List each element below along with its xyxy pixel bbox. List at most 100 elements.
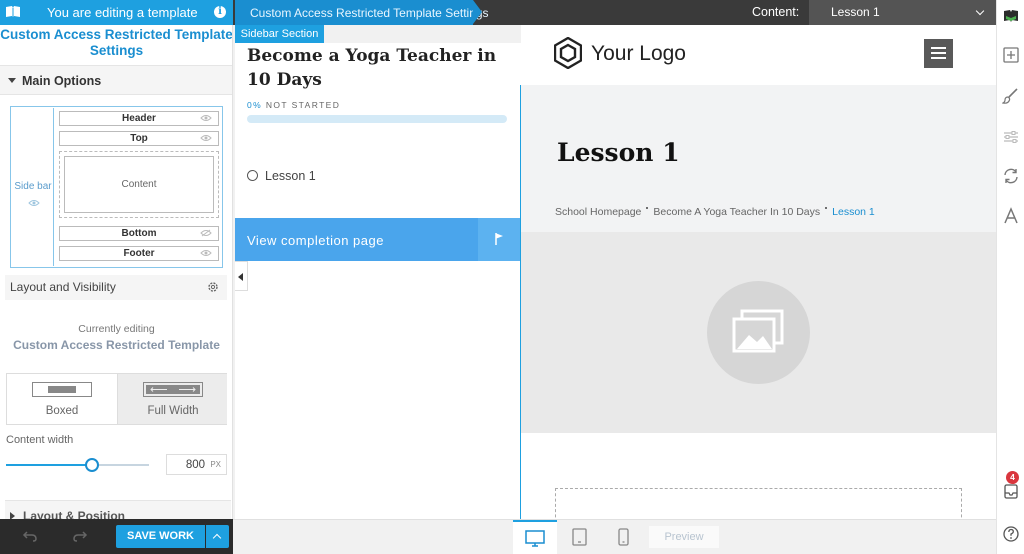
undo-icon[interactable]	[22, 528, 38, 544]
lesson-content-area	[521, 433, 996, 528]
width-mode-selector: Boxed Full Width	[6, 373, 227, 425]
template-settings-breadcrumb[interactable]: Custom Access Restricted Template Settin…	[235, 0, 489, 25]
save-toolbar: SAVE WORK	[0, 519, 233, 554]
layout-content-area[interactable]: Content	[64, 156, 214, 213]
layout-top-label: Top	[130, 133, 148, 144]
editing-template-label: You are editing a template	[47, 5, 198, 20]
layout-visibility-label: Layout and Visibility	[10, 280, 116, 294]
sidebar-section-tag[interactable]: Sidebar Section	[235, 25, 324, 43]
layout-bottom-label: Bottom	[121, 228, 157, 239]
layout-map: Side bar Header Top Content Bottom Foote…	[10, 106, 223, 268]
main-options-toggle[interactable]: Main Options	[0, 65, 232, 95]
brush-icon[interactable]	[1002, 87, 1020, 105]
view-completion-button[interactable]: View completion page	[235, 218, 521, 261]
collapse-sidebar-handle[interactable]	[235, 261, 248, 291]
top-bar: You are editing a template i Custom Acce…	[0, 0, 996, 25]
currently-editing-name: Custom Access Restricted Template	[13, 338, 220, 352]
hexagon-logo-icon	[554, 37, 582, 69]
full-width-option[interactable]: Full Width	[117, 374, 227, 424]
lesson-breadcrumb: School Homepage Become A Yoga Teacher In …	[555, 206, 875, 218]
image-placeholder-icon	[732, 309, 784, 353]
completion-flag-box	[478, 218, 521, 261]
add-element-icon[interactable]	[1002, 46, 1020, 64]
tablet-icon	[572, 528, 587, 546]
main-options-label: Main Options	[22, 74, 102, 88]
preview-button[interactable]: Preview	[649, 526, 719, 548]
layout-sidebar-label: Side bar	[14, 181, 52, 192]
right-tool-rail: 4	[996, 0, 1024, 554]
refresh-icon[interactable]	[1002, 167, 1020, 185]
tablet-view-button[interactable]	[557, 520, 601, 554]
save-work-button[interactable]: SAVE WORK	[116, 525, 205, 548]
content-width-slider-track[interactable]	[6, 464, 149, 466]
content-width-label: Content width	[6, 434, 74, 446]
full-width-layout-icon	[143, 382, 203, 397]
layout-sidebar-area[interactable]: Side bar	[12, 108, 54, 266]
content-select[interactable]: Lesson 1	[809, 0, 996, 25]
lesson-item-label: Lesson 1	[265, 169, 316, 183]
breadcrumb-label: Custom Access Restricted Template Settin…	[250, 6, 489, 20]
breadcrumb-home[interactable]: School Homepage	[555, 206, 641, 218]
caret-right-icon	[10, 512, 15, 519]
eye-icon[interactable]	[28, 199, 40, 207]
eye-off-icon[interactable]	[200, 229, 212, 237]
info-icon[interactable]: i	[214, 6, 226, 18]
caret-down-icon	[8, 78, 16, 83]
breadcrumb-separator	[825, 207, 828, 209]
eye-icon[interactable]	[200, 134, 212, 142]
save-options-dropdown[interactable]	[206, 525, 229, 548]
currently-editing-label: Currently editing	[78, 323, 155, 335]
full-width-option-label: Full Width	[147, 405, 199, 417]
desktop-icon	[525, 530, 545, 547]
eye-icon[interactable]	[200, 249, 212, 257]
hamburger-menu-icon[interactable]	[924, 39, 953, 68]
lesson-title: Lesson 1	[557, 138, 680, 167]
breadcrumb-course[interactable]: Become A Yoga Teacher In 10 Days	[653, 206, 820, 218]
layout-top-area[interactable]: Top	[59, 131, 219, 146]
notifications-inbox-icon[interactable]	[1002, 482, 1020, 500]
content-width-slider-handle[interactable]	[84, 458, 99, 472]
breadcrumb-current: Lesson 1	[832, 206, 875, 218]
mobile-view-button[interactable]	[601, 520, 645, 554]
content-width-slider-fill	[6, 464, 92, 466]
course-title[interactable]: Become a Yoga Teacher in 10 Days	[247, 44, 507, 92]
layout-bottom-area[interactable]: Bottom	[59, 226, 219, 241]
boxed-option[interactable]: Boxed	[7, 374, 117, 424]
eye-icon[interactable]	[200, 114, 212, 122]
view-completion-label: View completion page	[247, 233, 384, 248]
lesson-hero: Lesson 1 School Homepage Become A Yoga Te…	[521, 85, 996, 232]
layout-footer-area[interactable]: Footer	[59, 246, 219, 261]
lesson-status-circle-icon	[247, 170, 258, 181]
layout-content-label: Content	[121, 179, 157, 190]
chevron-down-icon	[975, 6, 985, 16]
layout-header-label: Header	[122, 113, 156, 124]
course-progress-text: 0% NOT STARTED	[247, 100, 340, 110]
book-brand-icon[interactable]	[1002, 7, 1020, 25]
mobile-icon	[618, 528, 629, 546]
content-select-value: Lesson 1	[831, 5, 880, 19]
course-sidebar: Become a Yoga Teacher in 10 Days 0% NOT …	[235, 43, 521, 519]
course-progress-bar	[247, 115, 507, 123]
breadcrumb-separator	[646, 207, 649, 209]
redo-icon[interactable]	[72, 528, 88, 544]
boxed-layout-icon	[32, 382, 92, 397]
lesson-list-item[interactable]: Lesson 1	[247, 169, 316, 183]
gear-icon[interactable]	[206, 280, 220, 294]
progress-percent: 0%	[247, 100, 263, 110]
content-width-input[interactable]: 800 PX	[166, 454, 227, 475]
boxed-option-label: Boxed	[45, 405, 79, 417]
typography-icon[interactable]	[1002, 207, 1020, 225]
site-header: Your Logo	[521, 25, 996, 85]
panel-title: Custom Access Restricted Template Settin…	[0, 27, 233, 58]
lesson-media-placeholder[interactable]	[521, 232, 996, 433]
sliders-icon[interactable]	[1002, 128, 1020, 146]
layout-position-toggle[interactable]: Layout & Position	[5, 500, 231, 519]
content-label: Content:	[752, 5, 800, 19]
layout-visibility-row[interactable]: Layout and Visibility	[5, 275, 227, 300]
progress-status: NOT STARTED	[265, 100, 341, 110]
site-logo-text[interactable]: Your Logo	[591, 42, 686, 66]
desktop-view-button[interactable]	[513, 520, 557, 554]
layout-header-area[interactable]: Header	[59, 111, 219, 126]
help-icon[interactable]	[1002, 525, 1020, 543]
device-preview-bar: Preview	[233, 519, 996, 554]
